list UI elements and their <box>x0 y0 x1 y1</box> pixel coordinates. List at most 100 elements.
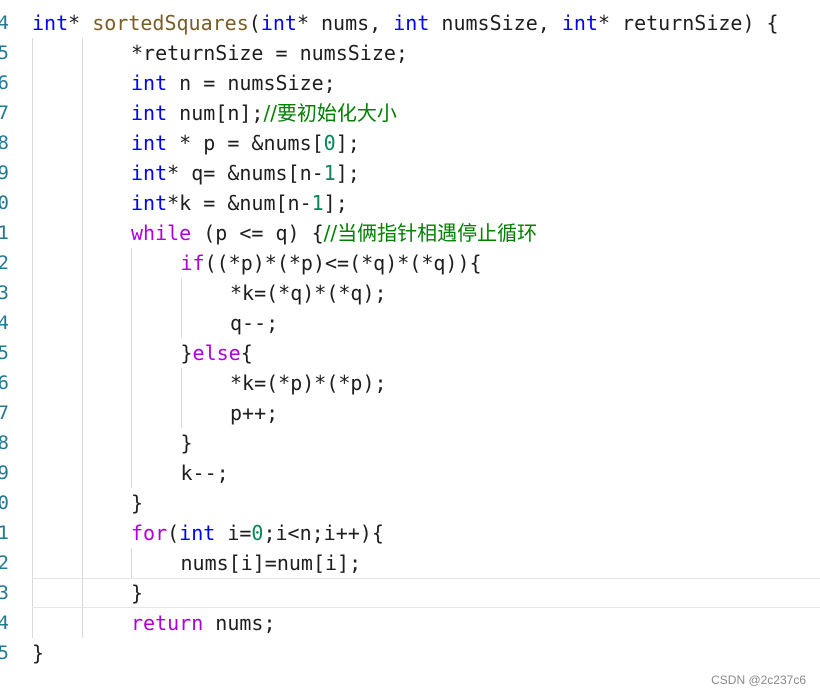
line-number-label: 21 <box>0 522 9 544</box>
code-token-text: *k=(*p)*(*p); <box>230 371 387 395</box>
code-line[interactable]: int* q= &nums[n-1]; <box>131 158 360 188</box>
line-number-label: 20 <box>0 492 9 514</box>
line-number: 5 <box>0 38 12 68</box>
code-token-type: int <box>131 101 168 125</box>
code-token-text: (p <= q) { <box>191 221 324 245</box>
code-token-text: ((*p)*(*p)<=(*q)*(*q)){ <box>204 251 482 275</box>
code-token-type: int <box>131 191 168 215</box>
code-token-text: * p = &nums[ <box>167 131 324 155</box>
code-line[interactable]: nums[i]=num[i]; <box>181 548 362 578</box>
line-number-label: 6 <box>0 72 9 94</box>
code-token-text: p++; <box>230 401 279 425</box>
code-line[interactable]: }else{ <box>181 338 253 368</box>
line-number: 9 <box>0 158 12 188</box>
code-token-text: ;i<n;i++){ <box>263 521 384 545</box>
code-editor[interactable]: 45678910111213141516171819202122232425 i… <box>0 0 820 693</box>
code-line[interactable]: int* sortedSquares(int* nums, int numsSi… <box>32 8 779 38</box>
code-token-text: k--; <box>180 461 229 485</box>
code-token-text: q--; <box>230 311 279 335</box>
code-token-text: nums; <box>203 611 276 635</box>
code-line[interactable]: p++; <box>230 398 278 428</box>
code-token-text: num[n]; <box>167 101 264 125</box>
code-token-text: ]; <box>335 131 360 155</box>
line-number-label: 5 <box>0 42 9 64</box>
code-line[interactable]: } <box>181 428 193 458</box>
code-line[interactable]: *k=(*q)*(*q); <box>230 278 387 308</box>
indent-guide <box>81 38 83 638</box>
code-token-com: //要初始化大小 <box>263 101 397 125</box>
code-token-text: * q= &nums[n- <box>167 161 324 185</box>
code-token-type: int <box>131 131 168 155</box>
indent-guide <box>131 248 132 488</box>
code-token-text: ( <box>248 11 261 35</box>
line-number-label: 8 <box>0 132 9 154</box>
code-token-num: 1 <box>323 161 336 185</box>
code-token-type: int <box>393 11 430 35</box>
line-number-label: 22 <box>0 552 9 574</box>
code-token-kw: return <box>131 611 204 635</box>
code-line[interactable]: for(int i=0;i<n;i++){ <box>131 518 384 548</box>
code-token-text: nums[i]=num[i]; <box>180 551 362 575</box>
code-token-text: } <box>131 491 144 515</box>
code-token-text: } <box>32 641 45 665</box>
code-line[interactable]: q--; <box>230 308 278 338</box>
code-token-kw: for <box>131 521 168 545</box>
line-number-label: 16 <box>0 372 9 394</box>
csdn-watermark: CSDN @2c237c6 <box>711 673 806 687</box>
code-token-text: } <box>131 581 144 605</box>
code-line[interactable]: int * p = &nums[0]; <box>131 128 360 158</box>
line-number: 17 <box>0 398 12 428</box>
code-token-type: int <box>260 11 297 35</box>
code-token-num: 0 <box>323 131 336 155</box>
line-number: 10 <box>0 188 12 218</box>
code-line[interactable]: if((*p)*(*p)<=(*q)*(*q)){ <box>181 248 482 278</box>
code-line[interactable]: int num[n];//要初始化大小 <box>131 98 397 128</box>
code-token-text: } <box>180 341 193 365</box>
code-line[interactable]: } <box>131 578 143 608</box>
code-token-type: int <box>179 521 216 545</box>
code-line[interactable]: k--; <box>181 458 229 488</box>
indent-guide <box>180 368 182 428</box>
code-line[interactable]: } <box>131 488 143 518</box>
line-number: 14 <box>0 308 12 338</box>
code-token-text: *k=(*q)*(*q); <box>230 281 387 305</box>
code-token-text: n = numsSize; <box>167 71 336 95</box>
code-line[interactable]: } <box>32 638 44 668</box>
code-token-text: numsSize, <box>429 11 562 35</box>
line-number-label: 11 <box>0 222 9 244</box>
line-number: 25 <box>0 638 12 668</box>
line-number-label: 19 <box>0 462 9 484</box>
line-number: 18 <box>0 428 12 458</box>
code-token-text: i= <box>215 521 252 545</box>
line-number: 4 <box>0 8 12 38</box>
indent-guide <box>131 548 132 578</box>
line-number: 22 <box>0 548 12 578</box>
code-line[interactable]: while (p <= q) {//当俩指针相遇停止循环 <box>131 218 537 248</box>
code-token-text: *returnSize = numsSize; <box>131 41 408 65</box>
line-number-label: 12 <box>0 252 9 274</box>
line-number-label: 14 <box>0 312 9 334</box>
code-token-text: * nums, <box>296 11 394 35</box>
code-token-kw: else <box>192 341 241 365</box>
code-token-type: int <box>131 71 168 95</box>
code-token-text: ]; <box>323 191 348 215</box>
indent-guide <box>180 278 182 338</box>
line-number: 16 <box>0 368 12 398</box>
line-number-label: 25 <box>0 642 9 664</box>
code-token-type: int <box>131 161 168 185</box>
line-number-label: 9 <box>0 162 9 184</box>
code-line[interactable]: int*k = &num[n-1]; <box>131 188 348 218</box>
code-line[interactable]: *returnSize = numsSize; <box>131 38 408 68</box>
line-number-label: 23 <box>0 582 9 604</box>
line-number: 11 <box>0 218 12 248</box>
code-line[interactable]: int n = numsSize; <box>131 68 336 98</box>
code-line[interactable]: return nums; <box>131 608 276 638</box>
line-number-label: 10 <box>0 192 9 214</box>
code-line[interactable]: *k=(*p)*(*p); <box>230 368 387 398</box>
code-token-fn: sortedSquares <box>92 11 249 35</box>
line-number: 12 <box>0 248 12 278</box>
code-token-kw: if <box>180 251 205 275</box>
line-number-label: 7 <box>0 102 9 124</box>
line-number: 15 <box>0 338 12 368</box>
line-number-label: 17 <box>0 402 9 424</box>
